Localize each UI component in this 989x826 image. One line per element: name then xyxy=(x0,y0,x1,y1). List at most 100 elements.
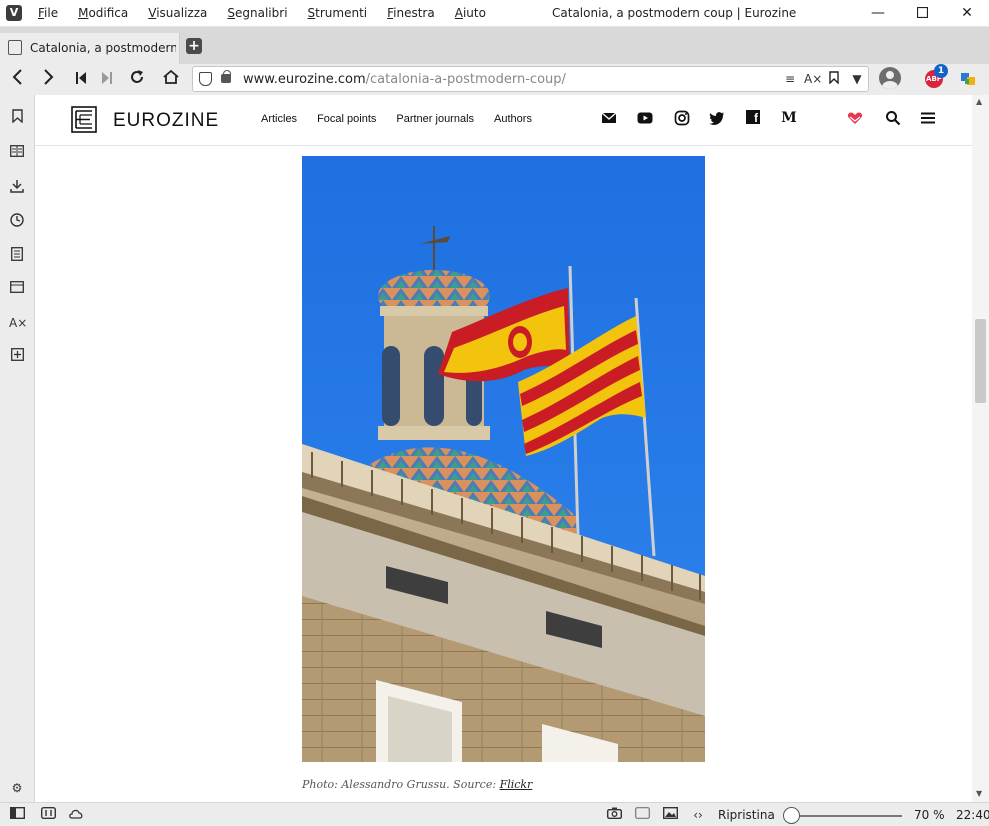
translate-icon[interactable]: A× xyxy=(804,71,822,87)
translate-panel-icon[interactable]: A× xyxy=(9,315,27,331)
clock-icon xyxy=(10,213,24,227)
zoom-reset-button[interactable]: Ripristina xyxy=(718,808,775,822)
close-window-button[interactable]: ✕ xyxy=(947,2,987,24)
tab-active[interactable]: Catalonia, a postmodern coup | Eurozine xyxy=(0,33,180,64)
address-bar[interactable]: www.eurozine.com/catalonia-a-postmodern-… xyxy=(192,66,869,92)
scrollbar-thumb[interactable] xyxy=(975,319,986,403)
zoom-slider-track[interactable] xyxy=(785,815,902,817)
eurozine-favicon-icon xyxy=(8,40,22,55)
lock-icon[interactable] xyxy=(221,70,231,83)
url-path: /catalonia-a-postmodern-coup/ xyxy=(365,72,566,87)
reload-button[interactable] xyxy=(126,69,148,91)
capture-camera-icon[interactable] xyxy=(606,807,622,823)
twitter-icon[interactable] xyxy=(709,110,725,126)
nav-partner-journals[interactable]: Partner journals xyxy=(396,113,474,125)
heart-support-icon[interactable] xyxy=(847,110,863,126)
window-panel-icon[interactable] xyxy=(9,281,25,297)
menu-visualizza[interactable]: Visualizza xyxy=(148,6,207,20)
plus-box-icon xyxy=(10,348,24,361)
youtube-icon[interactable] xyxy=(637,110,653,126)
url-text[interactable]: www.eurozine.com/catalonia-a-postmodern-… xyxy=(243,72,566,87)
vivaldi-logo-icon[interactable]: V xyxy=(6,5,22,21)
images-toggle-icon[interactable] xyxy=(662,806,678,823)
tabs-window-icon xyxy=(10,281,24,293)
tile-layout-icon xyxy=(40,806,56,820)
hamburger-menu-icon[interactable] xyxy=(920,110,936,126)
forward-arrow-icon xyxy=(44,69,54,85)
menu-bar: File Modifica Visualizza Segnalibri Stru… xyxy=(38,6,506,20)
shield-icon[interactable] xyxy=(199,72,212,86)
menu-finestra[interactable]: Finestra xyxy=(387,6,435,20)
bookmark-icon[interactable] xyxy=(826,71,842,87)
download-arrow-icon xyxy=(10,180,24,193)
navigation-bar: www.eurozine.com/catalonia-a-postmodern-… xyxy=(0,64,989,95)
adblock-count-badge: 1 xyxy=(934,64,948,78)
empty-window-icon xyxy=(634,807,650,819)
maximize-button[interactable] xyxy=(902,2,942,24)
cloud-icon xyxy=(69,809,83,819)
photo-caption: Photo: Alessandro Grussu. Source: Flickr xyxy=(302,778,532,791)
title-bar: V File Modifica Visualizza Segnalibri St… xyxy=(0,0,989,27)
menu-aiuto[interactable]: Aiuto xyxy=(455,6,486,20)
web-page: EUROZINE Articles Focal points Partner j… xyxy=(35,95,972,802)
panel-layout-icon xyxy=(9,806,25,820)
nav-focal-points[interactable]: Focal points xyxy=(317,113,376,125)
tab-strip: Catalonia, a postmodern coup | Eurozine … xyxy=(0,27,989,64)
home-button[interactable] xyxy=(160,69,182,91)
medium-icon[interactable]: M xyxy=(781,110,797,126)
settings-gear-icon[interactable]: ⚙ xyxy=(9,780,25,796)
reader-view-icon[interactable]: ≡ xyxy=(782,71,798,87)
bookmarks-panel-icon[interactable] xyxy=(9,109,25,125)
zoom-slider-knob[interactable] xyxy=(783,807,800,824)
tiling-icon[interactable] xyxy=(40,806,56,823)
history-icon[interactable] xyxy=(9,213,25,229)
facebook-icon[interactable]: f xyxy=(745,110,761,126)
forward-button[interactable] xyxy=(38,69,60,91)
status-clock: 22:40 xyxy=(956,808,989,822)
book-icon xyxy=(10,145,24,157)
eurozine-logo-icon[interactable] xyxy=(71,106,97,133)
page-actions-code-icon[interactable]: ‹› xyxy=(690,807,706,823)
add-web-panel-icon[interactable] xyxy=(9,348,25,364)
menu-strumenti[interactable]: Strumenti xyxy=(308,6,368,20)
dropdown-arrow-icon[interactable]: ▼ xyxy=(849,71,865,87)
bookmark-ribbon-icon xyxy=(11,109,23,124)
back-button[interactable] xyxy=(6,69,28,91)
status-bar: ‹› Ripristina 70 % 22:40 xyxy=(0,802,989,826)
back-arrow-icon xyxy=(12,69,22,85)
sync-cloud-icon[interactable] xyxy=(68,807,84,823)
profile-avatar[interactable] xyxy=(879,67,901,89)
instagram-icon[interactable] xyxy=(674,110,690,126)
nav-authors[interactable]: Authors xyxy=(494,113,532,125)
fast-forward-button[interactable] xyxy=(96,69,118,91)
vertical-scrollbar[interactable]: ▲ ▼ xyxy=(972,95,989,802)
url-host: www.eurozine.com xyxy=(243,72,366,87)
page-tiling-icon[interactable] xyxy=(634,807,650,823)
notes-icon[interactable] xyxy=(9,247,25,263)
site-header: EUROZINE Articles Focal points Partner j… xyxy=(35,95,972,146)
menu-file[interactable]: File xyxy=(38,6,58,20)
scroll-down-arrow-icon[interactable]: ▼ xyxy=(976,789,982,798)
menu-modifica[interactable]: Modifica xyxy=(78,6,128,20)
nav-articles[interactable]: Articles xyxy=(261,113,297,125)
scroll-up-arrow-icon[interactable]: ▲ xyxy=(976,97,982,106)
caption-source-link[interactable]: Flickr xyxy=(500,778,533,791)
bookmark-outline-icon xyxy=(829,71,839,85)
window-title: Catalonia, a postmodern coup | Eurozine xyxy=(552,6,797,20)
new-tab-button[interactable]: + xyxy=(186,38,202,54)
minimize-button[interactable]: — xyxy=(858,2,898,24)
zoom-level: 70 % xyxy=(914,808,945,822)
image-icon xyxy=(662,806,678,820)
caption-text: Photo: Alessandro Grussu. Source: xyxy=(302,778,500,791)
menu-segnalibri[interactable]: Segnalibri xyxy=(227,6,287,20)
search-icon[interactable] xyxy=(885,110,901,126)
extension-puzzle-icon[interactable] xyxy=(960,70,976,86)
rewind-button[interactable] xyxy=(70,69,92,91)
downloads-icon[interactable] xyxy=(9,179,25,195)
site-logo-text[interactable]: EUROZINE xyxy=(113,110,219,132)
reload-icon xyxy=(131,70,143,83)
reading-list-icon[interactable] xyxy=(9,145,25,161)
mail-icon[interactable] xyxy=(601,110,617,126)
toggle-panel-icon[interactable] xyxy=(9,806,25,823)
note-page-icon xyxy=(11,247,23,261)
